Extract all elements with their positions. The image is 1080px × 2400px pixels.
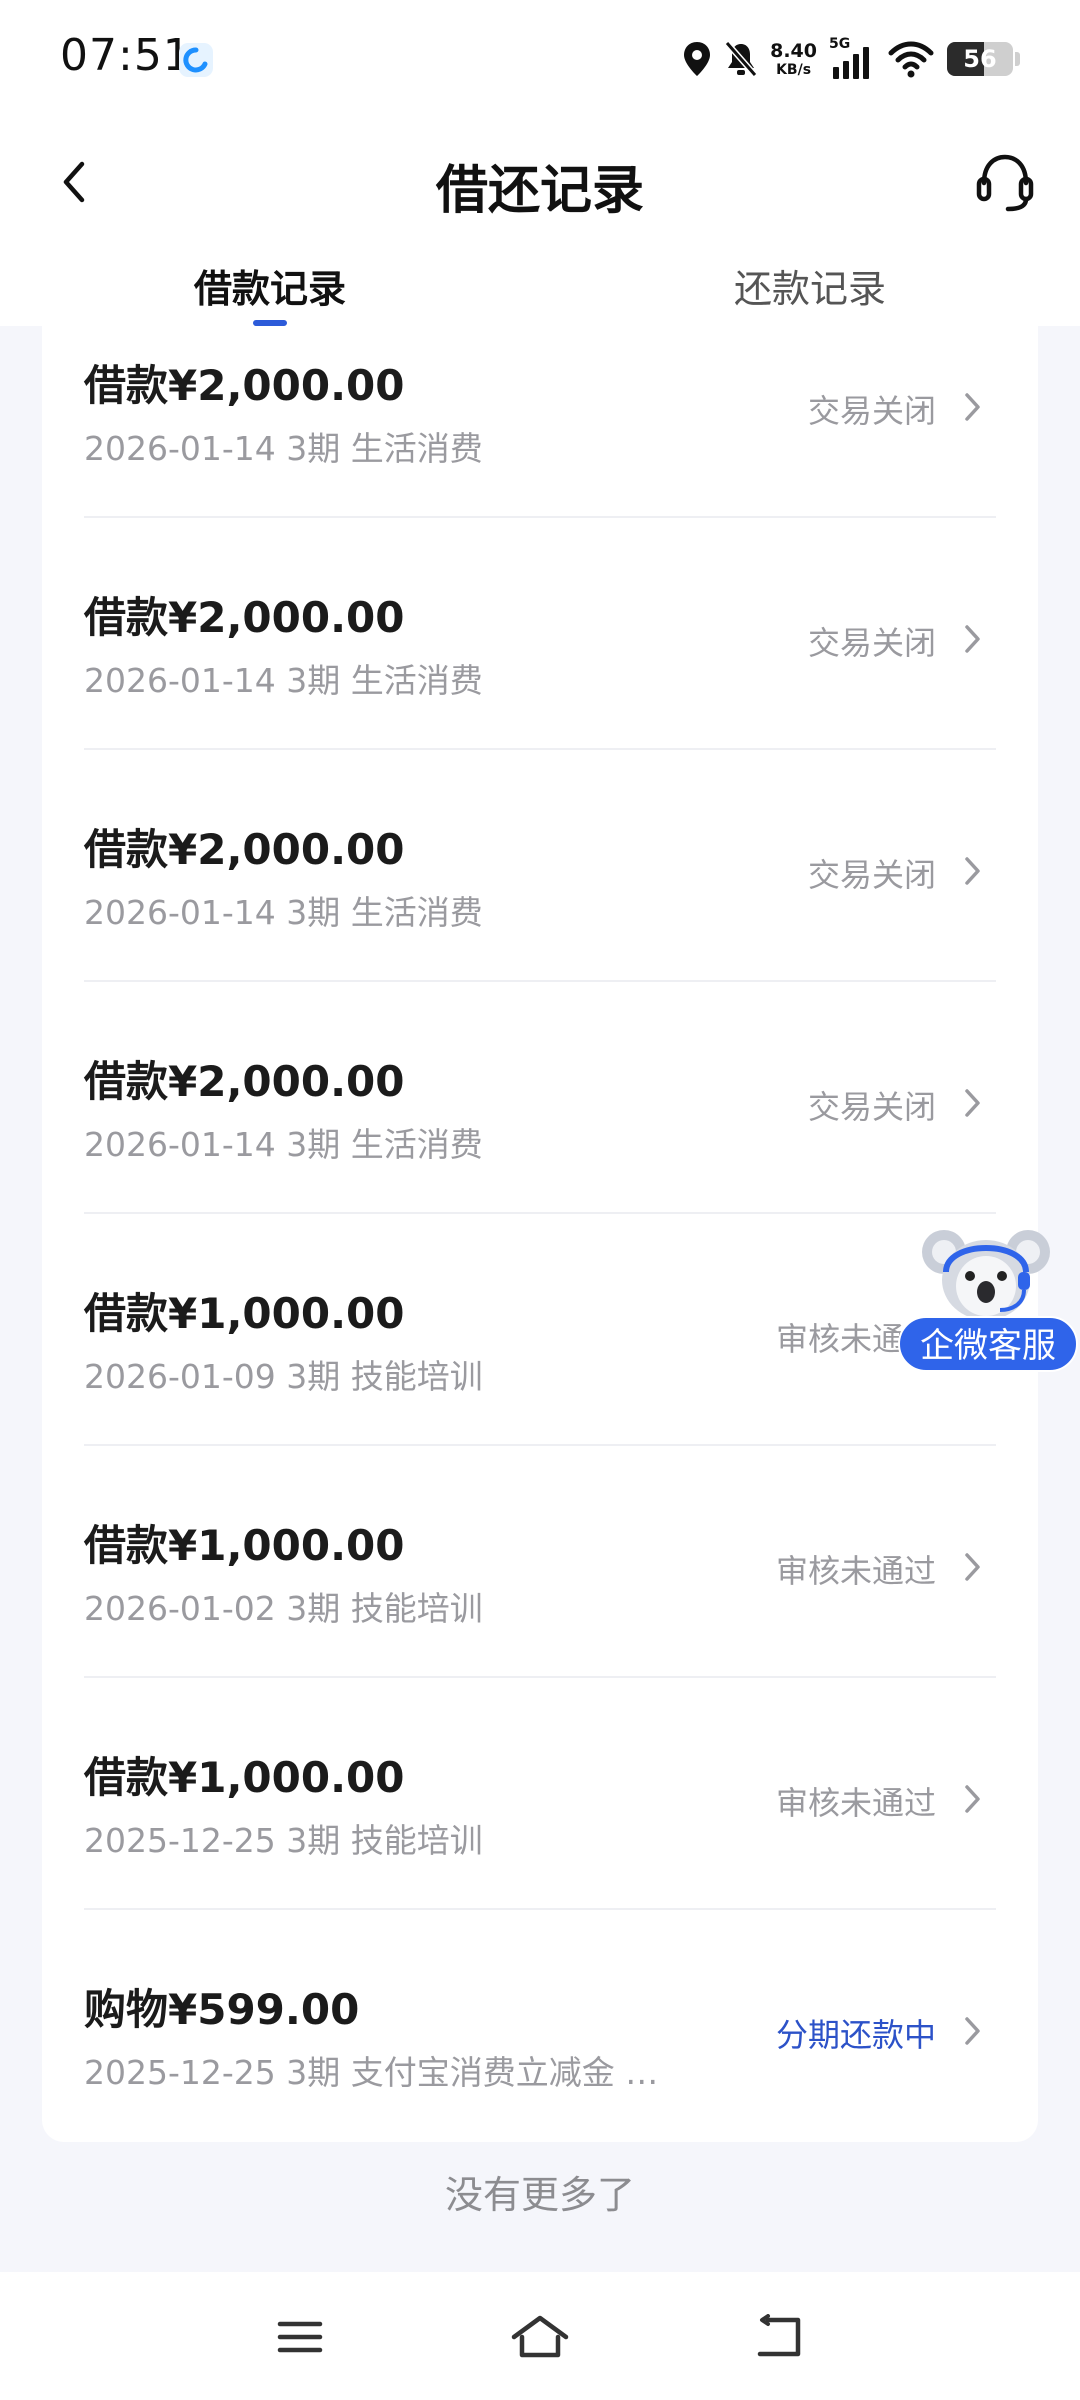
headset-icon xyxy=(976,154,1034,212)
record-amount: 借款¥1,000.00 xyxy=(84,1753,405,1802)
record-status: 交易关闭 xyxy=(807,1088,936,1126)
record-status: 审核未通过 xyxy=(775,1552,936,1590)
record-meta: 2026-01-02 3期 技能培训 xyxy=(84,1589,483,1628)
chevron-right-icon xyxy=(965,1785,980,1813)
record-amount: 借款¥1,000.00 xyxy=(84,1289,405,1338)
floating-support-button[interactable]: 企微客服 xyxy=(898,1222,1080,1372)
mute-icon xyxy=(724,41,758,77)
list-item[interactable]: 购物¥599.00 2025-12-25 3期 支付宝消费立减金 … 分期还款中 xyxy=(84,1910,996,2142)
page-title: 借还记录 xyxy=(435,161,644,221)
chevron-right-icon xyxy=(965,857,980,885)
record-meta: 2026-01-14 3期 生活消费 xyxy=(84,1125,483,1164)
system-back-button[interactable] xyxy=(745,2302,815,2372)
record-amount: 借款¥2,000.00 xyxy=(84,825,405,874)
menu-button[interactable] xyxy=(265,2302,335,2372)
record-amount: 借款¥2,000.00 xyxy=(84,593,405,642)
floating-support-label: 企微客服 xyxy=(898,1316,1078,1372)
record-status: 分期还款中 xyxy=(775,2016,936,2054)
list-item[interactable]: 借款¥1,000.00 2025-12-25 3期 技能培训 审核未通过 xyxy=(84,1678,996,1910)
list-item[interactable]: 借款¥2,000.00 2026-01-14 3期 生活消费 交易关闭 xyxy=(84,982,996,1214)
chevron-right-icon xyxy=(965,2017,980,2045)
menu-icon xyxy=(277,2321,323,2353)
system-navigation-bar xyxy=(0,2272,1080,2400)
record-meta: 2026-01-09 3期 技能培训 xyxy=(84,1357,483,1396)
list-item[interactable]: 借款¥2,000.00 2026-01-14 3期 生活消费 交易关闭 xyxy=(84,518,996,750)
record-tabs: 借款记录 还款记录 xyxy=(0,242,1080,326)
list-item[interactable]: 借款¥1,000.00 2026-01-02 3期 技能培训 审核未通过 xyxy=(84,1446,996,1678)
records-card: 借款¥2,000.00 2026-01-14 3期 生活消费 交易关闭 借款¥2… xyxy=(42,326,1038,2142)
back-icon xyxy=(757,2314,801,2357)
record-amount: 购物¥599.00 xyxy=(84,1985,360,2034)
net-speed-value: 8.40 xyxy=(770,39,817,62)
record-meta: 2025-12-25 3期 技能培训 xyxy=(84,1821,483,1860)
net-speed-unit: KB/s xyxy=(776,61,812,78)
record-meta: 2026-01-14 3期 生活消费 xyxy=(84,429,483,468)
chevron-right-icon xyxy=(965,1089,980,1117)
battery-tip xyxy=(1015,52,1020,66)
wifi-icon xyxy=(888,41,934,78)
no-more-text: 没有更多了 xyxy=(444,2173,635,2217)
list-item[interactable]: 借款¥2,000.00 2026-01-14 3期 生活消费 交易关闭 xyxy=(84,750,996,982)
record-meta: 2026-01-14 3期 生活消费 xyxy=(84,893,483,932)
record-meta: 2025-12-25 3期 支付宝消费立减金 … xyxy=(84,2053,659,2092)
net-speed: 8.40 KB/s xyxy=(770,39,817,78)
record-amount: 借款¥2,000.00 xyxy=(84,361,405,410)
location-icon xyxy=(684,42,711,76)
chevron-right-icon xyxy=(965,393,980,421)
record-amount: 借款¥2,000.00 xyxy=(84,1057,405,1106)
app-notification-icon xyxy=(179,43,213,77)
battery-indicator: 56 xyxy=(947,42,1013,76)
status-icons: 8.40 KB/s 5G 56 xyxy=(682,34,1020,84)
chevron-right-icon xyxy=(965,1553,980,1581)
home-button[interactable] xyxy=(505,2302,575,2372)
nav-bar: 借还记录 xyxy=(0,122,1080,242)
record-amount: 借款¥1,000.00 xyxy=(84,1521,405,1570)
tab-repayment-records[interactable]: 还款记录 xyxy=(660,258,960,313)
battery-level: 56 xyxy=(963,45,997,73)
chevron-right-icon xyxy=(965,625,980,653)
home-icon xyxy=(511,2315,569,2358)
list-item[interactable]: 借款¥1,000.00 2026-01-09 3期 技能培训 审核未通过 xyxy=(84,1214,996,1446)
status-bar: 07:51 8.40 KB/s 5G 56 xyxy=(0,0,1080,122)
status-time: 07:51 xyxy=(60,30,192,81)
record-status: 交易关闭 xyxy=(807,856,936,894)
record-meta: 2026-01-14 3期 生活消费 xyxy=(84,661,483,700)
record-status: 审核未通过 xyxy=(775,1784,936,1822)
signal-bars-icon xyxy=(833,47,869,79)
cell-signal: 5G xyxy=(829,37,875,81)
record-status: 交易关闭 xyxy=(807,392,936,430)
customer-service-button[interactable] xyxy=(970,148,1040,218)
tab-borrow-records[interactable]: 借款记录 xyxy=(120,258,420,313)
record-status: 交易关闭 xyxy=(807,624,936,662)
list-item[interactable]: 借款¥2,000.00 2026-01-14 3期 生活消费 交易关闭 xyxy=(84,326,996,518)
